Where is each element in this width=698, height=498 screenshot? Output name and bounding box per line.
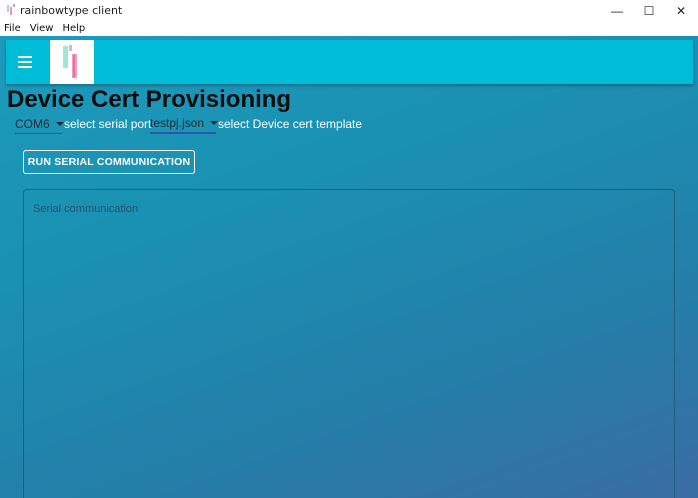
app-bar xyxy=(6,40,693,84)
serial-port-helper: select serial port xyxy=(64,117,152,131)
serial-port-select[interactable]: COM6 xyxy=(15,114,64,134)
window-title: rainbowtype client xyxy=(20,4,123,17)
menu-file[interactable]: File xyxy=(4,23,21,34)
close-button[interactable]: ✕ xyxy=(666,0,696,21)
cert-template-helper: select Device cert template xyxy=(218,117,363,131)
maximize-button[interactable]: ☐ xyxy=(634,0,664,21)
minimize-button[interactable]: — xyxy=(602,0,632,21)
serial-communication-textarea[interactable]: Serial communication xyxy=(23,189,675,498)
hamburger-menu-icon[interactable] xyxy=(18,52,38,72)
cert-template-value: testpj.json xyxy=(150,116,205,130)
chevron-down-icon xyxy=(55,121,64,126)
cert-template-select[interactable]: testpj.json xyxy=(150,114,219,134)
close-icon: ✕ xyxy=(675,3,687,18)
menu-help[interactable]: Help xyxy=(62,23,85,34)
serial-port-value: COM6 xyxy=(15,116,50,131)
app-icon xyxy=(7,4,15,15)
rainbowtype-logo xyxy=(50,40,94,84)
page-title: Device Cert Provisioning xyxy=(7,86,292,113)
chevron-down-icon xyxy=(210,121,219,125)
menu-view[interactable]: View xyxy=(30,23,54,34)
app-content: Device Cert Provisioning COM6 select ser… xyxy=(0,36,698,498)
serial-communication-placeholder: Serial communication xyxy=(33,203,139,215)
run-serial-communication-button[interactable]: RUN SERIAL COMMUNICATION xyxy=(23,150,195,174)
menubar: File View Help xyxy=(0,21,698,36)
logo-icon xyxy=(63,45,77,78)
minimize-icon: — xyxy=(611,3,623,18)
window-titlebar: rainbowtype client — ☐ ✕ xyxy=(0,0,698,21)
maximize-icon: ☐ xyxy=(643,3,655,18)
